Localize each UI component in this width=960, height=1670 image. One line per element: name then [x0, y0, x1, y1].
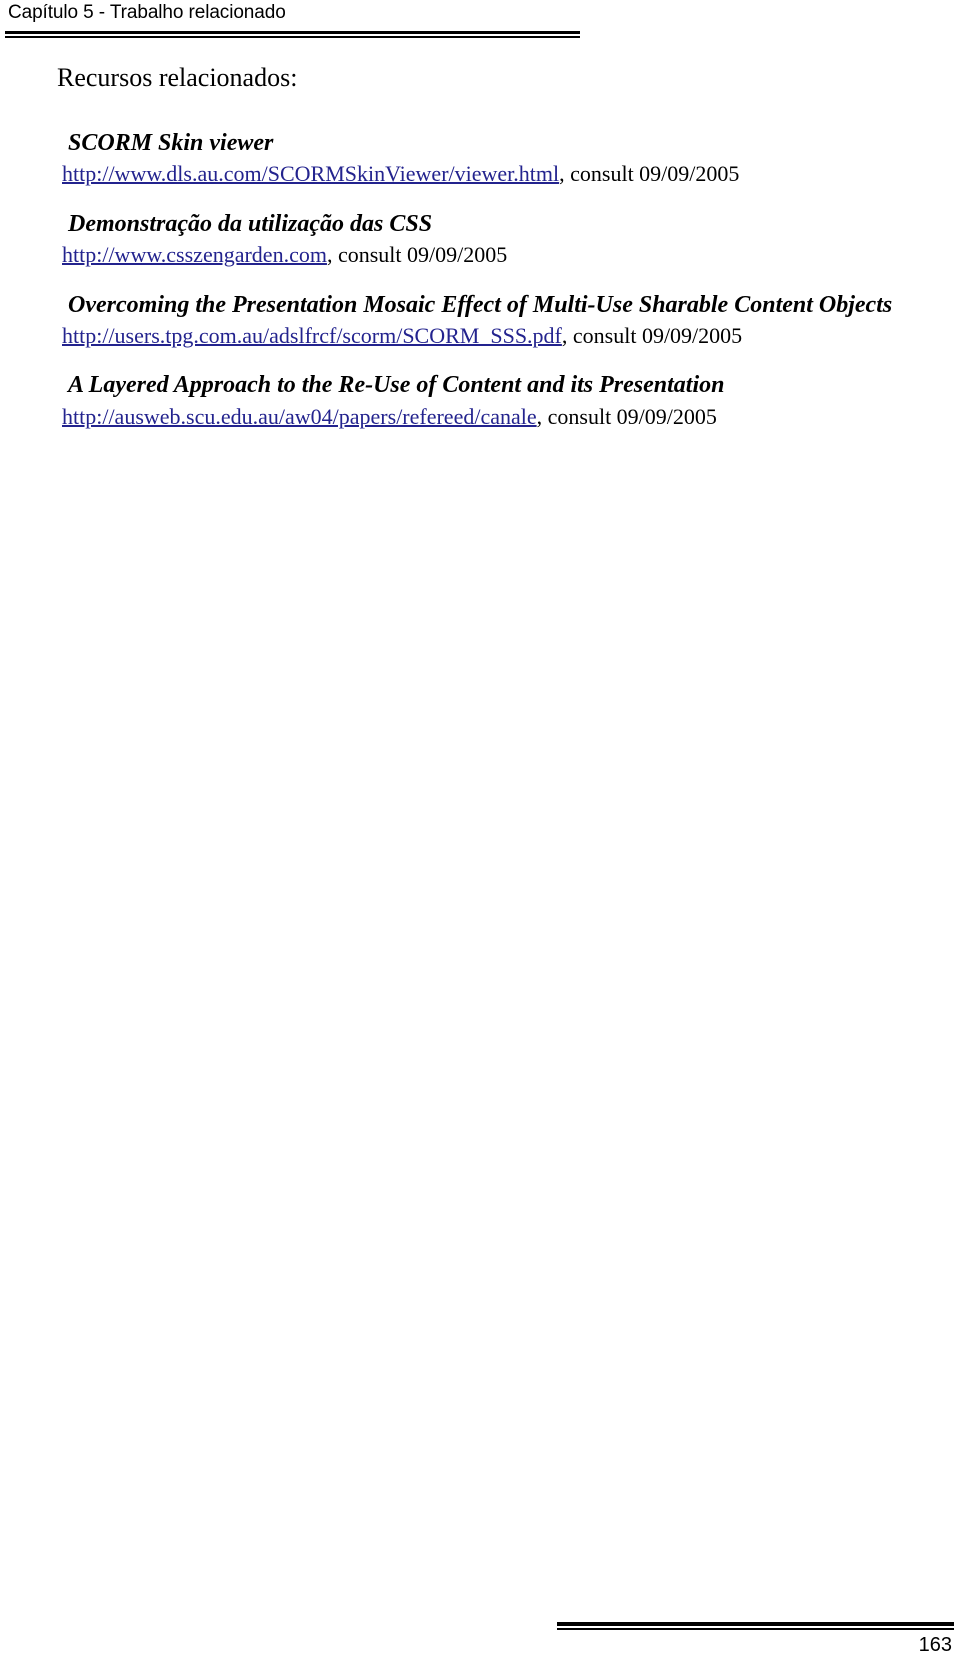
resource-url-link[interactable]: http://www.csszengarden.com [62, 242, 327, 267]
document-body: Recursos relacionados: SCORM Skin viewer… [0, 62, 960, 452]
resource-consult-date: , consult 09/09/2005 [536, 403, 717, 429]
resource-entry: Demonstração da utilização das CSS http:… [0, 210, 960, 269]
header-rule-thin [5, 36, 580, 38]
resource-entry: Overcoming the Presentation Mosaic Effec… [0, 291, 960, 350]
resource-url-link[interactable]: http://www.dls.au.com/SCORMSkinViewer/vi… [62, 161, 559, 186]
resource-reference-line: http://www.csszengarden.com, consult 09/… [0, 241, 960, 269]
resource-title: Demonstração da utilização das CSS [68, 210, 433, 237]
resource-reference-line: http://ausweb.scu.edu.au/aw04/papers/ref… [0, 403, 960, 431]
resource-title: SCORM Skin viewer [68, 130, 274, 157]
resource-title: Overcoming the Presentation Mosaic Effec… [68, 291, 893, 318]
page-footer: 163 [0, 1580, 960, 1670]
resource-reference-line: http://www.dls.au.com/SCORMSkinViewer/vi… [0, 160, 960, 188]
footer-double-rule [557, 1622, 954, 1630]
section-intro-label: Recursos relacionados: [57, 63, 298, 92]
resource-title: A Layered Approach to the Re-Use of Cont… [68, 372, 725, 399]
running-header-title: Capítulo 5 - Trabalho relacionado [8, 2, 286, 23]
resource-reference-line: http://users.tpg.com.au/adslfrcf/scorm/S… [0, 322, 960, 350]
resource-entry: A Layered Approach to the Re-Use of Cont… [0, 371, 960, 430]
resource-consult-date: , consult 09/09/2005 [561, 322, 743, 348]
resource-url-link[interactable]: http://users.tpg.com.au/adslfrcf/scorm/S… [62, 323, 562, 348]
page-header: Capítulo 5 - Trabalho relacionado [0, 0, 960, 46]
resource-entry: SCORM Skin viewer http://www.dls.au.com/… [0, 129, 960, 188]
resource-url-link[interactable]: http://ausweb.scu.edu.au/aw04/papers/ref… [62, 404, 537, 429]
header-double-rule [5, 31, 580, 38]
footer-rule-thin [557, 1628, 954, 1630]
resource-consult-date: , consult 09/09/2005 [559, 161, 740, 187]
page-number: 163 [918, 1634, 952, 1656]
resource-consult-date: , consult 09/09/2005 [326, 242, 508, 268]
